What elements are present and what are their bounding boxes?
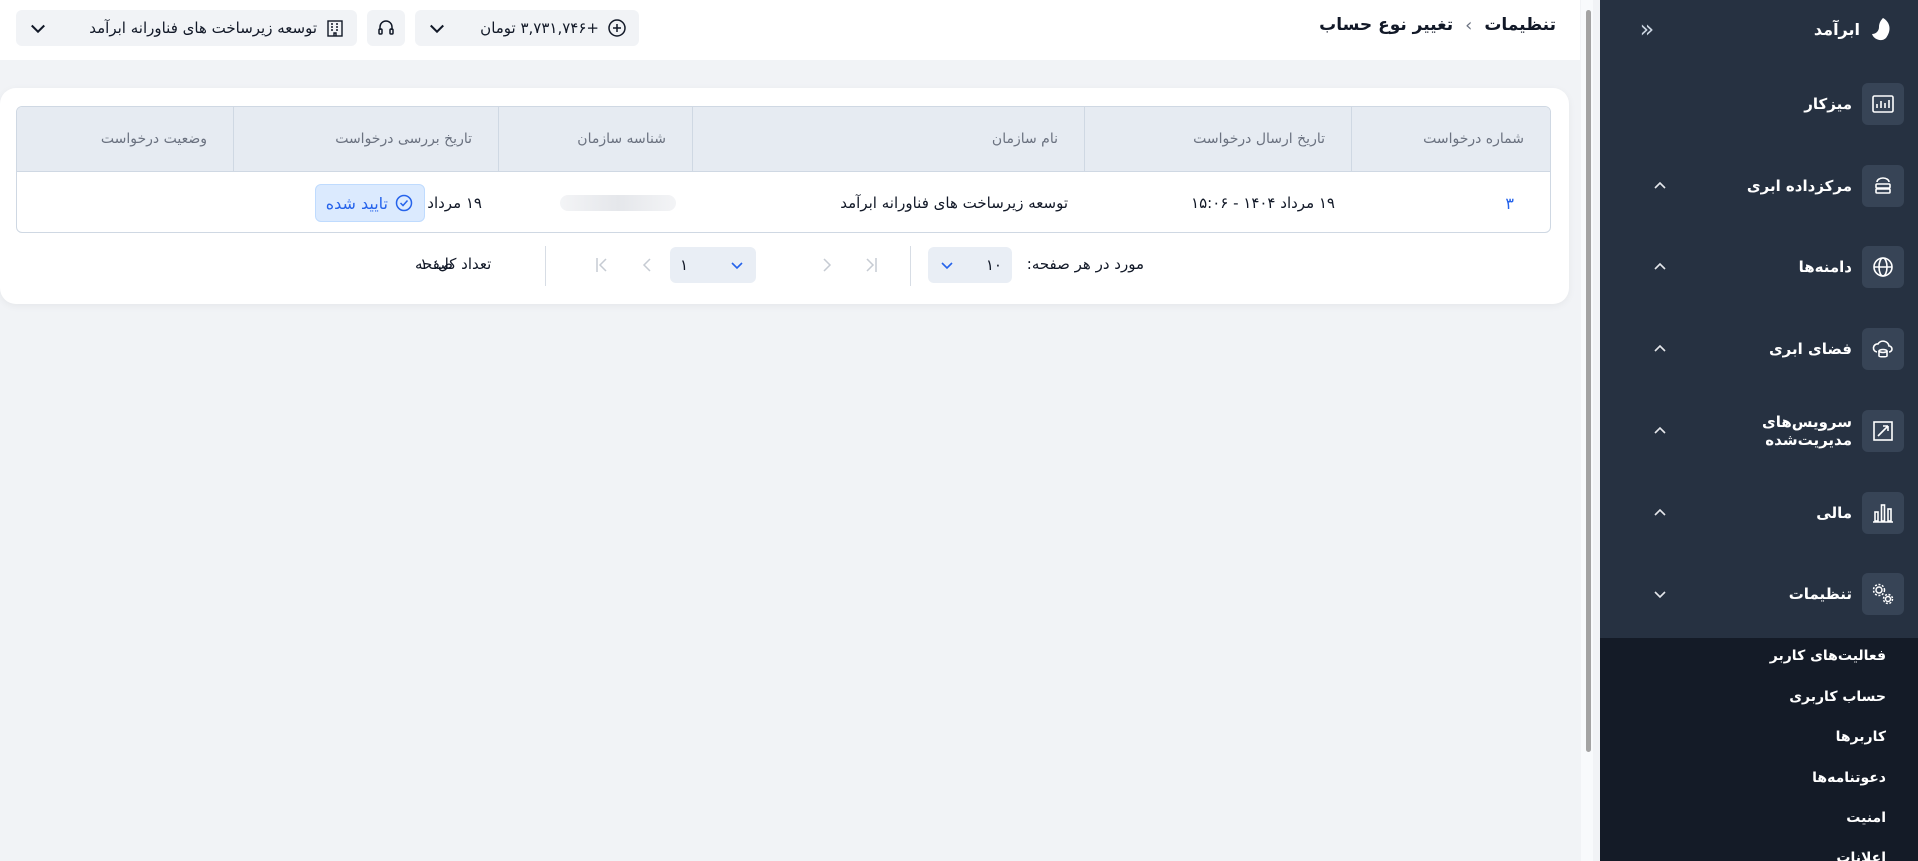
column-header-org-id: شناسه سازمان — [498, 107, 692, 171]
brand-logo-icon — [1872, 18, 1890, 41]
settings-submenu: فعالیت‌های کاربر حساب کاربری کاربرها دعو… — [1600, 638, 1918, 861]
column-header-review-date: تاریخ بررسی درخواست — [233, 107, 498, 171]
submenu-item-user-activities[interactable]: فعالیت‌های کاربر — [1770, 648, 1886, 664]
chevron-right-icon — [823, 258, 832, 272]
sidebar-item-label: دامنه‌ها — [1798, 258, 1852, 276]
scrollbar-thumb[interactable] — [1586, 10, 1591, 752]
headset-icon — [378, 20, 394, 35]
requests-card: شماره درخواست تاریخ ارسال درخواست نام سا… — [0, 88, 1569, 304]
per-page-value: ۱۰ — [985, 256, 1002, 274]
datacenter-icon — [1875, 177, 1891, 194]
building-icon — [327, 20, 343, 37]
breadcrumb-current: تغییر نوع حساب — [1319, 15, 1454, 35]
brand-name: ابرآمد — [1813, 19, 1860, 39]
org-id-cell — [560, 172, 676, 232]
divider — [910, 246, 911, 286]
next-page-button[interactable] — [636, 254, 658, 276]
chevron-up-icon — [1654, 344, 1666, 352]
balance-amount: +۳,۷۳۱,۷۴۶ تومان — [480, 19, 599, 37]
first-page-button[interactable] — [860, 254, 882, 276]
globe-icon — [1873, 257, 1893, 277]
pagination: مورد در هر صفحه: ۱۰ صفحه ۱ تعداد کل: ۱ — [0, 240, 1569, 290]
submit-date-cell: ۱۹ مرداد ۱۴۰۴ - ۱۵:۰۶ — [1191, 194, 1335, 212]
status-label: تایید شده — [325, 193, 388, 213]
organization-name: توسعه زیرساخت های فناورانه ابرآمد — [89, 19, 317, 37]
sidebar-item-domains[interactable]: دامنه‌ها — [1614, 245, 1904, 289]
sidebar-item-managed-services[interactable]: سرویس‌های مدیریت‌شده — [1614, 409, 1904, 453]
column-header-status: وضعیت درخواست — [100, 131, 207, 147]
column-header-request-number: شماره درخواست — [1351, 107, 1550, 171]
column-header-submit-date: تاریخ ارسال درخواست — [1084, 107, 1351, 171]
gear-icon — [1872, 583, 1894, 605]
dashboard-icon — [1872, 95, 1894, 113]
table-row[interactable]: ۳ ۱۹ مرداد ۱۴۰۴ - ۱۵:۰۶ توسعه زیرساخت ها… — [17, 171, 1550, 232]
sidebar-item-finance[interactable]: مالی — [1614, 491, 1904, 535]
sidebar-item-dashboard[interactable]: میزکار — [1614, 82, 1904, 126]
page-value: ۱ — [680, 256, 689, 274]
chevron-up-icon — [1654, 508, 1666, 516]
sidebar-item-cloud-storage[interactable]: فضای ابری — [1614, 327, 1904, 371]
support-button[interactable] — [367, 10, 405, 46]
previous-page-button[interactable] — [816, 254, 838, 276]
sidebar-item-label: سرویس‌های مدیریت‌شده — [1761, 413, 1852, 449]
sidebar: ابرآمد « میزکار مرکزداده ابری دامنه‌ها ف… — [1600, 0, 1918, 861]
sidebar-item-label: تنظیمات — [1788, 585, 1852, 603]
last-page-icon — [596, 258, 607, 272]
last-page-button[interactable] — [591, 254, 613, 276]
breadcrumb: تنظیمات › تغییر نوع حساب — [1319, 12, 1556, 38]
requests-table: شماره درخواست تاریخ ارسال درخواست نام سا… — [16, 106, 1551, 233]
status-badge: تایید شده — [314, 184, 425, 222]
chevron-up-icon — [1654, 262, 1666, 270]
chevron-left-icon: › — [1465, 14, 1473, 36]
sidebar-item-label: میزکار — [1804, 95, 1852, 113]
submenu-item-users[interactable]: کاربرها — [1836, 729, 1886, 745]
brand[interactable]: ابرآمد — [1814, 14, 1894, 44]
status-cell: تایید شده — [314, 172, 425, 232]
org-name-cell: توسعه زیرساخت های فناورانه ابرآمد — [840, 194, 1068, 212]
divider — [545, 246, 546, 286]
per-page-select[interactable]: ۱۰ — [928, 247, 1012, 283]
chevron-up-icon — [1654, 426, 1666, 434]
check-circle-icon — [395, 194, 413, 212]
submenu-item-user-account[interactable]: حساب کاربری — [1789, 689, 1886, 705]
sidebar-item-settings[interactable]: تنظیمات — [1614, 572, 1904, 616]
chevron-down-icon — [31, 24, 45, 34]
breadcrumb-settings[interactable]: تنظیمات — [1484, 15, 1556, 35]
add-circle-icon — [608, 19, 626, 37]
sidebar-item-label: فضای ابری — [1768, 340, 1852, 358]
finance-icon — [1873, 504, 1893, 523]
request-number-link[interactable]: ۳ — [1505, 172, 1514, 232]
chevron-up-icon — [1654, 181, 1666, 189]
table-header: شماره درخواست تاریخ ارسال درخواست نام سا… — [17, 107, 1550, 171]
redacted-org-id — [560, 195, 676, 211]
total-count: تعداد کل: ۱ — [420, 255, 492, 273]
chevron-left-icon — [642, 258, 651, 272]
balance-button[interactable]: +۳,۷۳۱,۷۴۶ تومان — [415, 10, 639, 46]
organization-switcher[interactable]: توسعه زیرساخت های فناورانه ابرآمد — [16, 10, 357, 46]
managed-services-icon — [1873, 421, 1893, 441]
top-header: تنظیمات › تغییر نوع حساب +۳,۷۳۱,۷۴۶ توما… — [0, 0, 1580, 60]
first-page-icon — [866, 258, 877, 272]
chevron-down-icon — [430, 24, 444, 34]
sidebar-item-label: مالی — [1816, 504, 1852, 522]
per-page-label: مورد در هر صفحه: — [1026, 255, 1144, 273]
chevron-down-icon — [1654, 591, 1666, 599]
submenu-item-notifications[interactable]: اعلانات — [1836, 850, 1886, 861]
column-header-org-name: نام سازمان — [692, 107, 1084, 171]
chevron-down-icon — [941, 262, 953, 270]
sidebar-item-label: مرکزداده ابری — [1746, 177, 1852, 195]
submenu-item-security[interactable]: امنیت — [1846, 810, 1886, 826]
page-select[interactable]: ۱ — [670, 247, 756, 283]
chevron-down-icon — [731, 262, 743, 270]
collapse-sidebar-icon[interactable]: « — [1634, 15, 1660, 43]
submenu-item-invitations[interactable]: دعوتنامه‌ها — [1812, 770, 1886, 786]
sidebar-item-cloud-datacenter[interactable]: مرکزداده ابری — [1614, 164, 1904, 208]
cloud-storage-icon — [1872, 340, 1893, 358]
